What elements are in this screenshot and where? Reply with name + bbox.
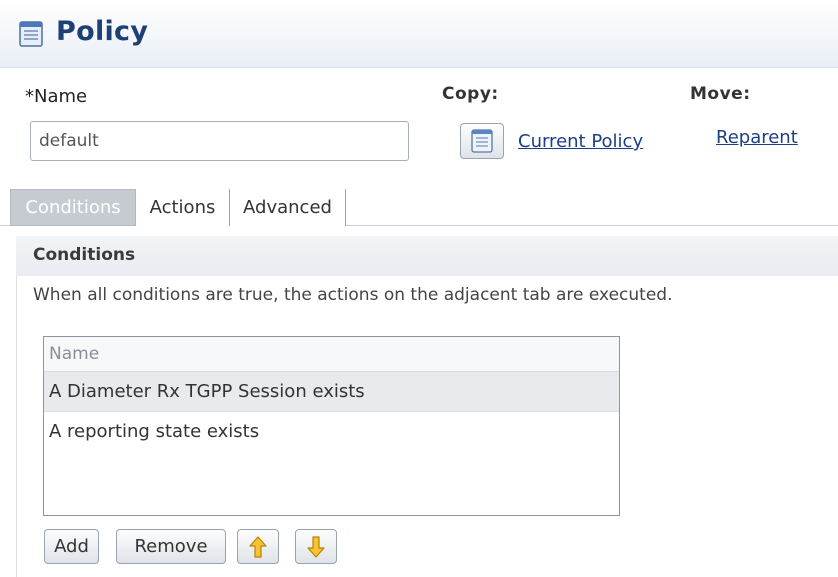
copy-label: Copy: bbox=[442, 84, 499, 104]
name-label: *Name bbox=[25, 86, 88, 107]
page-title: Policy bbox=[56, 16, 149, 47]
add-button[interactable]: Add bbox=[44, 529, 99, 564]
table-row[interactable]: A Diameter Rx TGPP Session exists bbox=[44, 372, 619, 412]
policy-document-icon bbox=[19, 21, 43, 47]
tab-actions[interactable]: Actions bbox=[136, 189, 230, 226]
policy-document-icon bbox=[471, 129, 493, 153]
move-up-button[interactable] bbox=[237, 529, 279, 564]
arrow-up-icon bbox=[249, 535, 267, 558]
name-field[interactable] bbox=[30, 121, 409, 161]
move-label: Move: bbox=[690, 84, 751, 104]
conditions-grid[interactable]: Name A Diameter Rx TGPP Session exists A… bbox=[43, 336, 620, 516]
tab-advanced[interactable]: Advanced bbox=[230, 189, 346, 226]
move-down-button[interactable] bbox=[295, 529, 337, 564]
section-header-bar bbox=[16, 236, 838, 276]
current-policy-link[interactable]: Current Policy bbox=[518, 131, 643, 152]
remove-button[interactable]: Remove bbox=[116, 529, 226, 564]
section-description: When all conditions are true, the action… bbox=[33, 285, 673, 305]
page-header: Policy bbox=[0, 0, 838, 68]
arrow-down-icon bbox=[307, 535, 325, 558]
reparent-link[interactable]: Reparent bbox=[716, 127, 798, 148]
section-title: Conditions bbox=[33, 245, 136, 265]
copy-policy-button[interactable] bbox=[460, 123, 504, 159]
table-row[interactable]: A reporting state exists bbox=[44, 412, 619, 452]
tab-conditions[interactable]: Conditions bbox=[10, 189, 136, 226]
grid-column-header-name[interactable]: Name bbox=[44, 337, 619, 372]
